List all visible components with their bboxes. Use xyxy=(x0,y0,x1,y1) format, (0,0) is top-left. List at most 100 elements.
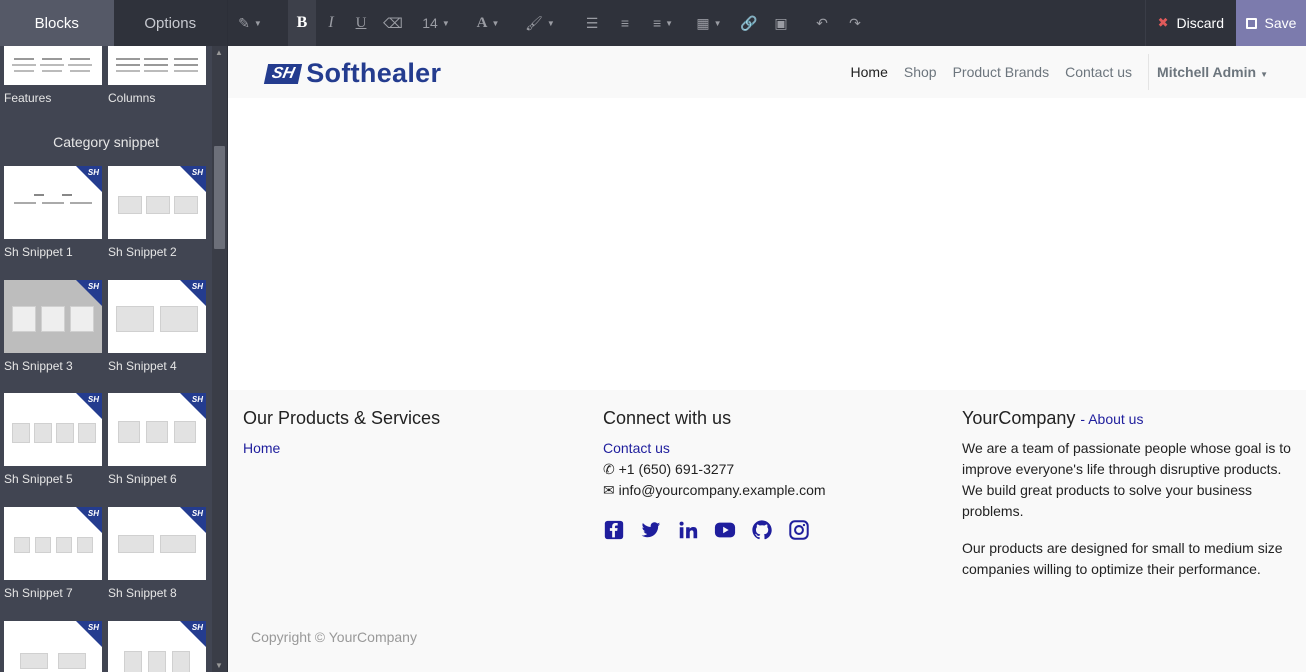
link-icon[interactable]: 🔗 xyxy=(732,0,766,46)
sh-snippet-3[interactable]: SH Sh Snippet 3 xyxy=(4,280,102,373)
snippet-thumbnail xyxy=(108,46,206,85)
snippet-thumbnail: SH xyxy=(4,166,102,239)
image-icon[interactable]: ▣ xyxy=(766,0,796,46)
snippet-label: Sh Snippet 3 xyxy=(4,359,73,373)
footer-heading: YourCompany - About us xyxy=(962,408,1297,429)
snippet-label: Columns xyxy=(108,91,156,105)
chevron-down-icon: ▼ xyxy=(1260,70,1268,79)
main-menu: Home Shop Product Brands Contact us Mitc… xyxy=(835,46,1268,98)
numbered-list-icon[interactable]: ≡ xyxy=(610,0,640,46)
snippet-list[interactable]: Features Columns Category snippet SH Sh … xyxy=(0,46,212,672)
footer-link-home[interactable]: Home xyxy=(243,438,440,459)
align-icon[interactable]: ≡ ▼ xyxy=(640,0,686,46)
snippet-label: Sh Snippet 4 xyxy=(108,359,177,373)
footer-about: YourCompany - About us We are a team of … xyxy=(962,408,1297,580)
snippet-thumbnail: SH xyxy=(4,507,102,580)
sh-snippet-10[interactable]: SH xyxy=(108,621,206,672)
footer-heading: Our Products & Services xyxy=(243,408,441,428)
font-color-icon[interactable]: A ▼ xyxy=(462,0,514,46)
sh-snippet-8[interactable]: SH Sh Snippet 8 xyxy=(108,507,206,600)
sidebar-tabs: Blocks Options xyxy=(0,0,227,46)
snippet-label: Sh Snippet 1 xyxy=(4,245,73,259)
about-paragraph-1: We are a team of passionate people whose… xyxy=(962,440,1291,519)
footer-email: ✉ info@yourcompany.example.com xyxy=(603,480,826,501)
sh-snippet-9[interactable]: SH xyxy=(4,621,102,672)
snippet-thumbnail: SH xyxy=(4,621,102,672)
snippet-label: Sh Snippet 5 xyxy=(4,472,73,486)
highlight-brush-icon[interactable]: 🖌 ▼ xyxy=(514,0,566,46)
redo-icon[interactable]: ↷ xyxy=(842,0,868,46)
tab-options[interactable]: Options xyxy=(113,0,227,46)
nav-contact-us[interactable]: Contact us xyxy=(1065,64,1132,80)
github-icon[interactable] xyxy=(751,519,773,541)
user-name: Mitchell Admin xyxy=(1157,64,1257,80)
nav-divider xyxy=(1148,54,1150,90)
save-button[interactable]: Save xyxy=(1236,0,1306,46)
scroll-up-icon[interactable]: ▲ xyxy=(215,48,223,57)
logo-text: Softhealer xyxy=(306,58,442,88)
scroll-down-icon[interactable]: ▼ xyxy=(215,661,223,670)
snippet-thumbnail xyxy=(4,46,102,85)
phone-text: +1 (650) 691-3277 xyxy=(618,461,735,477)
instagram-icon[interactable] xyxy=(788,519,810,541)
footer-phone: ✆ +1 (650) 691-3277 xyxy=(603,459,826,480)
about-paragraph-2: Our products are designed for small to m… xyxy=(962,540,1283,577)
eraser-icon[interactable]: ⌫ xyxy=(376,0,410,46)
footer-heading: Connect with us xyxy=(603,408,732,428)
about-us-link[interactable]: - About us xyxy=(1080,411,1143,427)
scrollbar-thumb[interactable] xyxy=(214,146,225,249)
phone-icon: ✆ xyxy=(603,461,619,477)
save-icon xyxy=(1245,17,1257,29)
sidebar-scrollbar[interactable]: ▲ ▼ xyxy=(212,46,227,672)
copyright: Copyright © YourCompany xyxy=(251,629,417,645)
snippet-label: Sh Snippet 6 xyxy=(108,472,177,486)
user-menu[interactable]: Mitchell Admin ▼ xyxy=(1157,64,1268,80)
site-logo[interactable]: SH Softhealer xyxy=(263,58,442,89)
twitter-icon[interactable] xyxy=(640,519,662,541)
font-size-select[interactable]: 14 ▼ xyxy=(410,0,462,46)
website-canvas: SH Softhealer Home Shop Product Brands C… xyxy=(228,46,1306,672)
save-label: Save xyxy=(1264,15,1297,31)
bold-icon[interactable]: B xyxy=(288,0,316,46)
snippet-features[interactable]: Features xyxy=(4,46,102,105)
site-navbar: SH Softhealer Home Shop Product Brands C… xyxy=(228,46,1306,98)
footer-link-contact[interactable]: Contact us xyxy=(603,438,826,459)
nav-shop[interactable]: Shop xyxy=(904,64,937,80)
sh-snippet-4[interactable]: SH Sh Snippet 4 xyxy=(108,280,206,373)
snippet-label: Sh Snippet 8 xyxy=(108,586,177,600)
facebook-icon[interactable] xyxy=(603,519,625,541)
snippet-thumbnail: SH xyxy=(108,507,206,580)
logo-mark: SH xyxy=(263,63,303,84)
footer-products: Our Products & Services Home xyxy=(243,408,440,459)
discard-button[interactable]: ✖ Discard xyxy=(1144,0,1236,46)
underline-icon[interactable]: U xyxy=(346,0,376,46)
snippet-thumbnail: SH xyxy=(108,280,206,353)
envelope-icon: ✉ xyxy=(603,482,619,498)
font-size-value: 14 xyxy=(422,15,438,31)
email-text[interactable]: info@yourcompany.example.com xyxy=(619,482,826,498)
snippet-thumbnail: SH xyxy=(108,621,206,672)
footer-connect: Connect with us Contact us ✆ +1 (650) 69… xyxy=(603,408,826,541)
sh-snippet-1[interactable]: SH Sh Snippet 1 xyxy=(4,166,102,259)
tab-blocks[interactable]: Blocks xyxy=(0,0,114,46)
snippet-sidebar: Blocks Options Features Columns Category… xyxy=(0,0,228,672)
italic-icon[interactable]: I xyxy=(316,0,346,46)
magic-wand-icon[interactable]: ✎ ▼ xyxy=(228,0,272,46)
discard-label: Discard xyxy=(1176,15,1224,31)
snippet-columns[interactable]: Columns xyxy=(108,46,206,105)
snippet-thumbnail: SH xyxy=(4,280,102,353)
linkedin-icon[interactable] xyxy=(677,519,699,541)
nav-home[interactable]: Home xyxy=(851,64,888,80)
table-icon[interactable]: ▦ ▼ xyxy=(686,0,732,46)
youtube-icon[interactable] xyxy=(714,519,736,541)
undo-icon[interactable]: ↶ xyxy=(802,0,842,46)
snippet-thumbnail: SH xyxy=(108,393,206,466)
sh-snippet-5[interactable]: SH Sh Snippet 5 xyxy=(4,393,102,486)
bullet-list-icon[interactable]: ☰ xyxy=(574,0,610,46)
sh-snippet-7[interactable]: SH Sh Snippet 7 xyxy=(4,507,102,600)
sh-snippet-6[interactable]: SH Sh Snippet 6 xyxy=(108,393,206,486)
company-name: YourCompany xyxy=(962,408,1076,428)
sh-snippet-2[interactable]: SH Sh Snippet 2 xyxy=(108,166,206,259)
nav-product-brands[interactable]: Product Brands xyxy=(953,64,1050,80)
snippet-thumbnail: SH xyxy=(108,166,206,239)
